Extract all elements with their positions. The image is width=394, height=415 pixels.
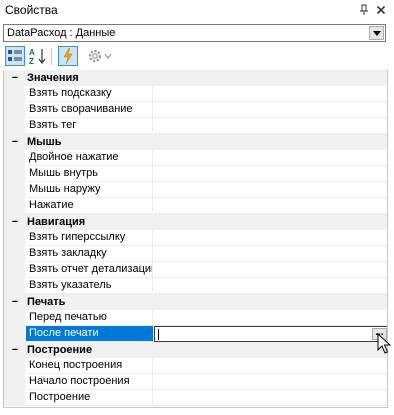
property-row[interactable]: Нажатие	[4, 198, 387, 214]
title-bar: Свойства	[0, 0, 394, 20]
property-row[interactable]: Взять закладку	[4, 246, 387, 262]
categorized-icon	[8, 50, 22, 61]
property-value-editor[interactable]: ...	[154, 326, 387, 342]
property-name: Взять тег	[26, 118, 153, 134]
category-navigation[interactable]: − Навигация	[4, 214, 387, 230]
property-toolbar: A Z	[0, 44, 394, 70]
events-lightning-icon	[63, 48, 73, 64]
window-title: Свойства	[5, 3, 58, 17]
pin-icon[interactable]	[357, 2, 371, 18]
categorized-button[interactable]	[5, 46, 25, 66]
property-value[interactable]	[154, 262, 387, 278]
chevron-down-icon[interactable]	[369, 26, 384, 40]
svg-text:Z: Z	[29, 57, 34, 65]
property-value[interactable]	[154, 86, 387, 102]
events-button[interactable]	[58, 46, 78, 66]
alphabetical-button[interactable]: A Z	[28, 46, 48, 66]
property-row[interactable]: Взять указатель	[4, 278, 387, 294]
property-name: Взять гиперссылку	[26, 230, 153, 246]
collapse-icon[interactable]: −	[9, 215, 21, 229]
svg-text:A: A	[29, 48, 35, 57]
property-value[interactable]	[154, 390, 387, 406]
category-label: Печать	[27, 296, 66, 308]
property-name: Двойное нажатие	[26, 150, 153, 166]
property-row[interactable]: Перед печатью	[4, 310, 387, 326]
category-build[interactable]: − Построение	[4, 342, 387, 358]
category-values[interactable]: − Значения	[4, 70, 387, 86]
property-name: Взять закладку	[26, 246, 153, 262]
property-name: Взять сворачивание	[26, 102, 153, 118]
property-value[interactable]	[154, 230, 387, 246]
property-name: После печати	[26, 326, 153, 342]
property-name: Нажатие	[26, 198, 153, 214]
property-name: Взять указатель	[26, 278, 153, 294]
property-value[interactable]	[154, 358, 387, 374]
property-name: Перед печатью	[26, 310, 153, 326]
property-name: Взять подсказку	[26, 86, 153, 102]
property-row[interactable]: Взять подсказку	[4, 86, 387, 102]
property-row[interactable]: Взять тег	[4, 118, 387, 134]
property-row[interactable]: Конец построения	[4, 358, 387, 374]
property-value[interactable]	[154, 118, 387, 134]
property-row[interactable]: Взять сворачивание	[4, 102, 387, 118]
category-print[interactable]: − Печать	[4, 294, 387, 310]
property-name: Начало построения	[26, 374, 153, 390]
property-row[interactable]: Начало построения	[4, 374, 387, 390]
property-row[interactable]: Мышь внутрь	[4, 166, 387, 182]
category-label: Построение	[27, 344, 93, 356]
property-value[interactable]	[154, 278, 387, 294]
property-row[interactable]: Мышь наружу	[4, 182, 387, 198]
category-mouse[interactable]: − Мышь	[4, 134, 387, 150]
property-name: Построение	[26, 390, 153, 406]
collapse-icon[interactable]: −	[9, 71, 21, 85]
object-selector-dropdown[interactable]: DataРасход : Данные	[3, 24, 386, 42]
gear-icon	[88, 49, 112, 63]
property-row[interactable]: Построение	[4, 390, 387, 406]
property-value[interactable]	[154, 150, 387, 166]
property-value[interactable]	[154, 198, 387, 214]
property-row[interactable]: Двойное нажатие	[4, 150, 387, 166]
property-value[interactable]	[154, 246, 387, 262]
sort-alphabetical-icon: A Z	[29, 48, 46, 65]
text-caret	[158, 329, 159, 340]
property-value[interactable]	[154, 102, 387, 118]
collapse-icon[interactable]: −	[9, 343, 21, 357]
property-value[interactable]	[154, 310, 387, 326]
property-row[interactable]: Взять гиперссылку	[4, 230, 387, 246]
property-name: Мышь наружу	[26, 182, 153, 198]
property-value[interactable]	[154, 374, 387, 390]
property-grid: − Значения Взять подсказку Взять сворачи…	[3, 70, 388, 408]
category-label: Навигация	[27, 216, 86, 228]
toolbar-separator	[51, 48, 52, 65]
property-name: Конец построения	[26, 358, 153, 374]
close-icon[interactable]	[374, 2, 388, 18]
property-name: Взять отчет детализации	[26, 262, 153, 278]
properties-button[interactable]	[86, 46, 114, 66]
category-label: Мышь	[27, 136, 62, 148]
property-name: Мышь внутрь	[26, 166, 153, 182]
object-selector-value: DataРасход : Данные	[7, 27, 116, 39]
mouse-pointer-icon	[377, 333, 391, 354]
collapse-icon[interactable]: −	[9, 295, 21, 309]
property-value[interactable]	[154, 166, 387, 182]
property-row-selected[interactable]: После печати ...	[4, 326, 387, 342]
property-row[interactable]: Взять отчет детализации	[4, 262, 387, 278]
category-label: Значения	[27, 72, 79, 84]
property-value[interactable]	[154, 182, 387, 198]
collapse-icon[interactable]: −	[9, 135, 21, 149]
